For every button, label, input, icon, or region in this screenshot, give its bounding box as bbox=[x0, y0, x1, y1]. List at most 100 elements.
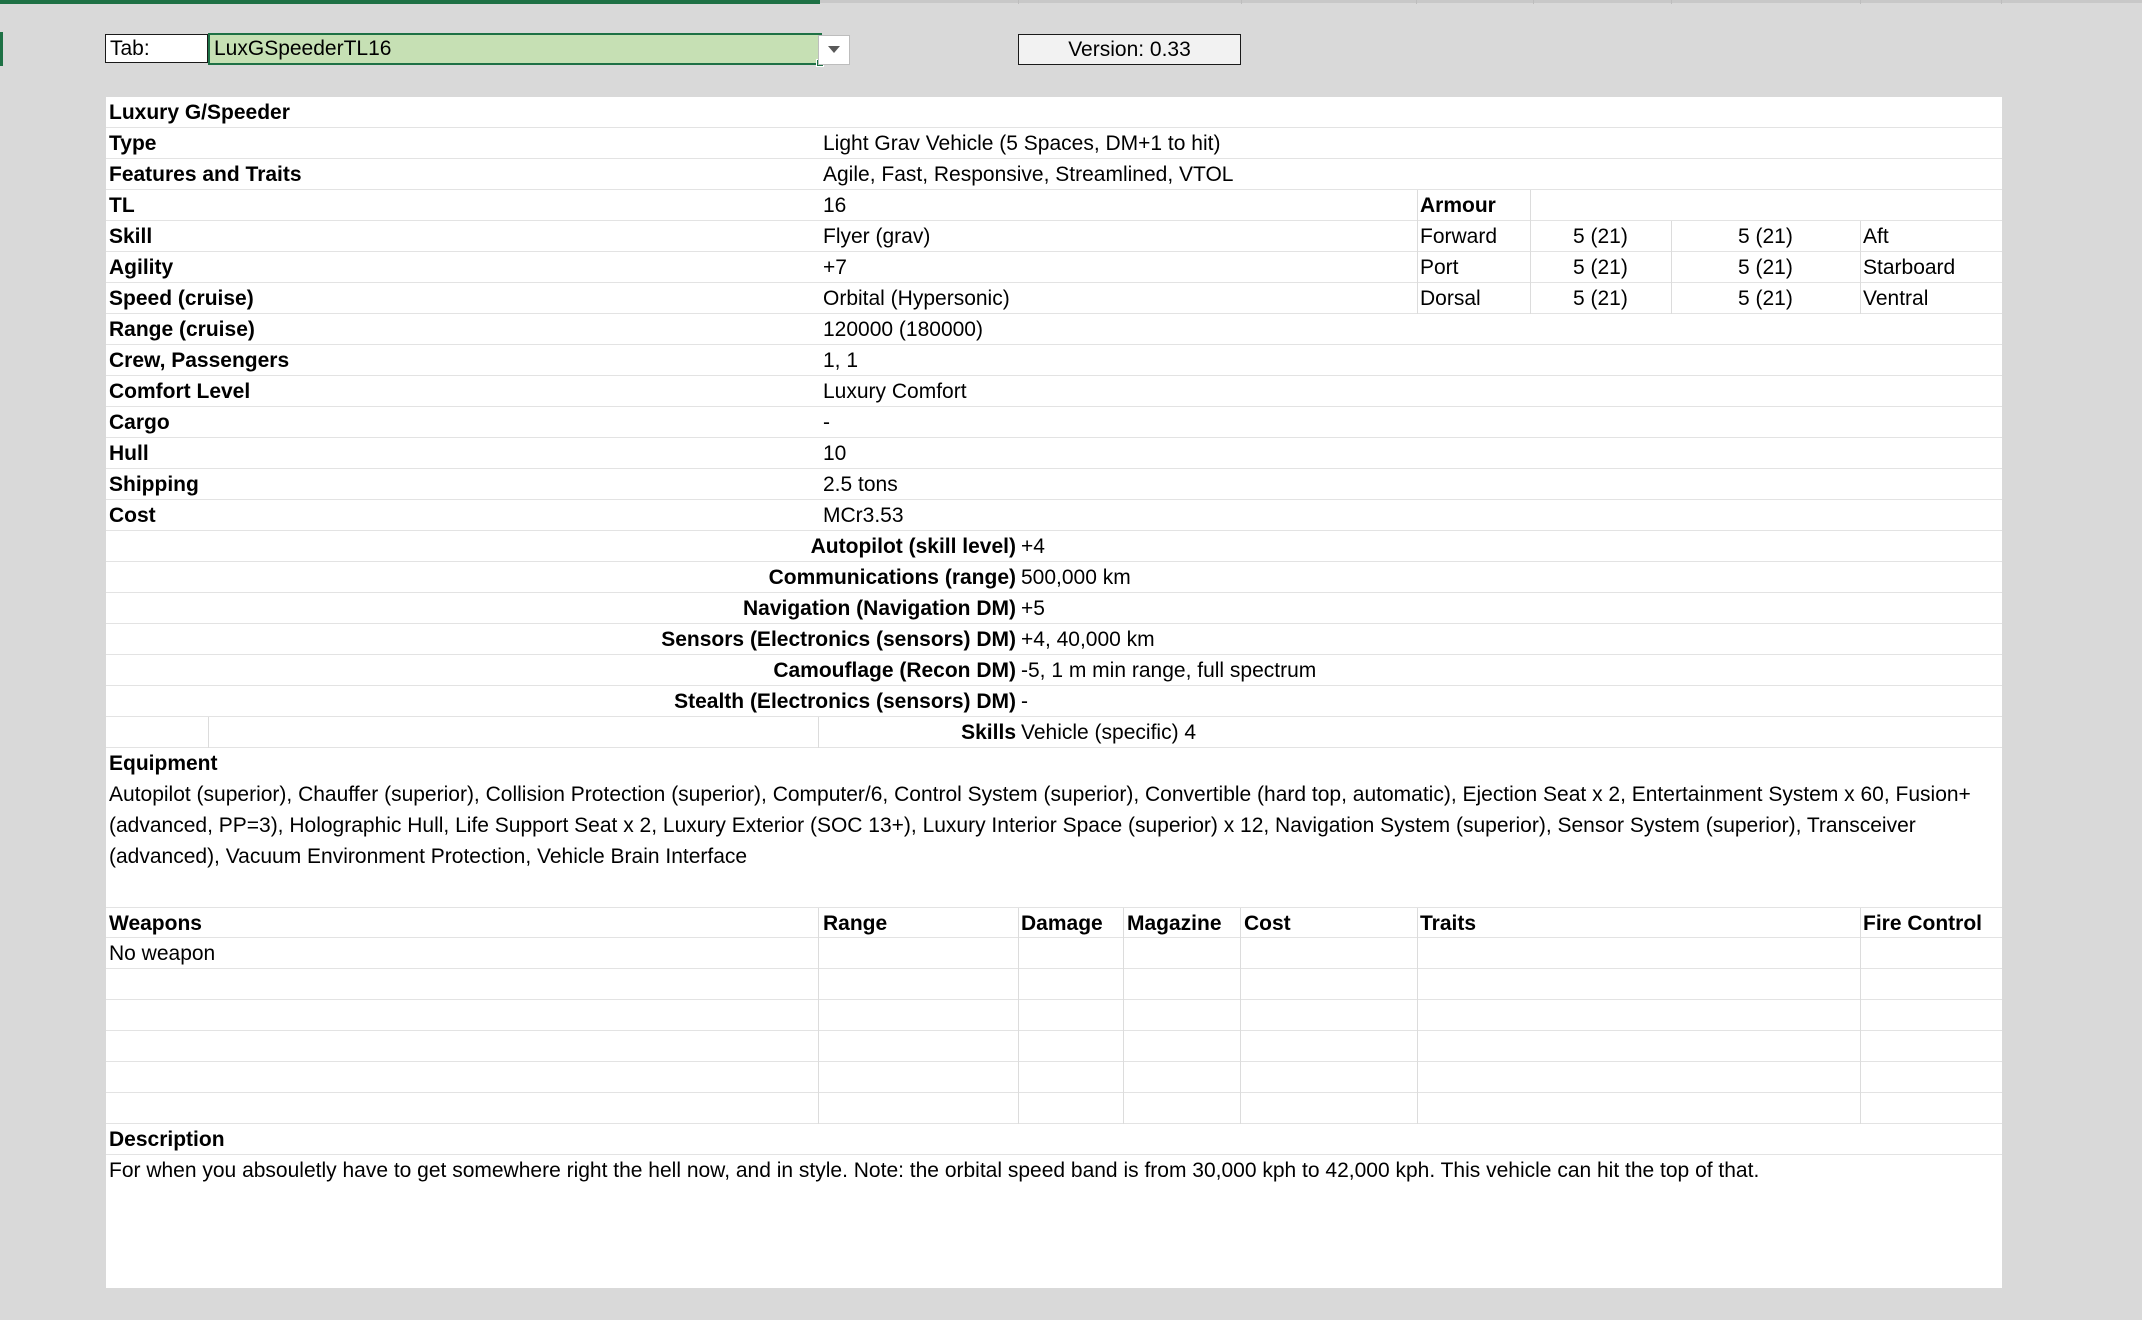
tab-label: Tab: bbox=[105, 34, 208, 63]
system-value[interactable]: - bbox=[1021, 686, 1028, 717]
weapon-row bbox=[106, 1093, 2002, 1124]
column-separator bbox=[1241, 0, 1242, 4]
cell-divider bbox=[1018, 1062, 1019, 1093]
system-row: Sensors (Electronics (sensors) DM) +4, 4… bbox=[106, 624, 2002, 655]
version-label: Version: 0.33 bbox=[1018, 34, 1241, 65]
system-label: Skills bbox=[961, 721, 1016, 744]
armour-value[interactable]: 5 (21) bbox=[1738, 283, 1793, 314]
cell-divider bbox=[818, 938, 819, 969]
stat-value[interactable]: 1, 1 bbox=[823, 345, 858, 376]
weapon-row bbox=[106, 1062, 2002, 1093]
system-label: Stealth (Electronics (sensors) DM) bbox=[674, 690, 1016, 713]
stat-value[interactable]: Luxury Comfort bbox=[823, 376, 967, 407]
column-separator bbox=[1018, 0, 1019, 4]
armour-title: Armour bbox=[1420, 194, 1496, 217]
cell-divider bbox=[1417, 938, 1418, 969]
stat-value[interactable]: 16 bbox=[823, 190, 846, 221]
cell-divider bbox=[818, 908, 819, 939]
equipment-text[interactable]: Autopilot (superior), Chauffer (superior… bbox=[109, 779, 1997, 872]
stat-value[interactable]: Agile, Fast, Responsive, Streamlined, VT… bbox=[823, 159, 1233, 190]
stat-row: Cargo - bbox=[106, 407, 2002, 438]
stat-row: Type Light Grav Vehicle (5 Spaces, DM+1 … bbox=[106, 128, 2002, 159]
stat-label: TL bbox=[109, 194, 135, 217]
vehicle-sheet: Luxury G/Speeder Type Light Grav Vehicle… bbox=[106, 97, 2002, 1288]
armour-facing-left: Dorsal bbox=[1420, 287, 1481, 310]
system-value[interactable]: Vehicle (specific) 4 bbox=[1021, 717, 1196, 748]
tab-select-cell[interactable]: LuxGSpeederTL16 bbox=[208, 33, 824, 67]
description-title: Description bbox=[109, 1128, 225, 1151]
weapons-header-row: Weapons Range Damage Magazine Cost Trait… bbox=[106, 907, 2002, 939]
stat-label: Comfort Level bbox=[109, 380, 251, 403]
armour-value[interactable]: 5 (21) bbox=[1738, 252, 1793, 283]
stat-value[interactable]: Light Grav Vehicle (5 Spaces, DM+1 to hi… bbox=[823, 128, 1220, 159]
armour-facing-right: Starboard bbox=[1863, 256, 1956, 279]
stat-row: Agility +7 Port 5 (21) 5 (21) Starboard bbox=[106, 252, 2002, 283]
cell-divider bbox=[1860, 221, 1861, 252]
stat-row: Cost MCr3.53 bbox=[106, 500, 2002, 531]
system-row: Autopilot (skill level) +4 bbox=[106, 531, 2002, 562]
system-value[interactable]: -5, 1 m min range, full spectrum bbox=[1021, 655, 1316, 686]
cell-divider bbox=[1671, 221, 1672, 252]
stat-value[interactable]: +7 bbox=[823, 252, 847, 283]
cell-divider bbox=[1417, 190, 1418, 221]
system-row: Camouflage (Recon DM) -5, 1 m min range,… bbox=[106, 655, 2002, 686]
stat-row: Speed (cruise) Orbital (Hypersonic) Dors… bbox=[106, 283, 2002, 314]
stat-label: Skill bbox=[109, 225, 153, 248]
cell-divider bbox=[1860, 1062, 1861, 1093]
armour-facing-left: Port bbox=[1420, 256, 1459, 279]
armour-value[interactable]: 5 (21) bbox=[1573, 252, 1628, 283]
stat-value[interactable]: MCr3.53 bbox=[823, 500, 904, 531]
column-header-strip bbox=[0, 0, 2142, 4]
cell-divider bbox=[1417, 1062, 1418, 1093]
cell-divider bbox=[1018, 1000, 1019, 1031]
range-header: Range bbox=[823, 912, 888, 935]
tab-dropdown-button[interactable] bbox=[818, 35, 850, 65]
stat-value[interactable]: - bbox=[823, 407, 830, 438]
stat-label: Hull bbox=[109, 442, 149, 465]
cell-divider bbox=[1530, 283, 1531, 314]
armour-facing-right: Ventral bbox=[1863, 287, 1929, 310]
armour-value[interactable]: 5 (21) bbox=[1573, 221, 1628, 252]
system-value[interactable]: 500,000 km bbox=[1021, 562, 1131, 593]
vehicle-title-row: Luxury G/Speeder bbox=[106, 97, 2002, 128]
system-value[interactable]: +4 bbox=[1021, 531, 1045, 562]
stat-row: Shipping 2.5 tons bbox=[106, 469, 2002, 500]
cell-divider bbox=[1123, 1000, 1124, 1031]
cell-divider bbox=[1018, 969, 1019, 1000]
stat-value[interactable]: Orbital (Hypersonic) bbox=[823, 283, 1010, 314]
cell-divider bbox=[1018, 1031, 1019, 1062]
magazine-header: Magazine bbox=[1127, 912, 1222, 935]
armour-value[interactable]: 5 (21) bbox=[1738, 221, 1793, 252]
cell-divider bbox=[1860, 283, 1861, 314]
stat-row: Skill Flyer (grav) Forward 5 (21) 5 (21)… bbox=[106, 221, 2002, 252]
stat-value[interactable]: 10 bbox=[823, 438, 846, 469]
stat-value[interactable]: 2.5 tons bbox=[823, 469, 898, 500]
fire-control-header: Fire Control bbox=[1863, 912, 1982, 935]
stat-label: Shipping bbox=[109, 473, 199, 496]
weapon-name[interactable]: No weapon bbox=[109, 938, 215, 969]
cell-divider bbox=[1417, 1000, 1418, 1031]
cell-divider bbox=[1123, 1031, 1124, 1062]
armour-value[interactable]: 5 (21) bbox=[1573, 283, 1628, 314]
description-text[interactable]: For when you absouletly have to get some… bbox=[109, 1155, 1997, 1186]
stat-value[interactable]: 120000 (180000) bbox=[823, 314, 983, 345]
cell-divider bbox=[1417, 283, 1418, 314]
cell-divider bbox=[1860, 969, 1861, 1000]
cell-divider bbox=[818, 1031, 819, 1062]
cell-divider bbox=[1860, 1093, 1861, 1124]
weapons-header: Weapons bbox=[109, 912, 202, 935]
stat-label: Type bbox=[109, 132, 157, 155]
system-label: Navigation (Navigation DM) bbox=[742, 597, 1016, 620]
cell-divider bbox=[818, 1062, 819, 1093]
stat-value[interactable]: Flyer (grav) bbox=[823, 221, 930, 252]
stat-row: Crew, Passengers 1, 1 bbox=[106, 345, 2002, 376]
description-title-row: Description bbox=[106, 1124, 2002, 1155]
system-value[interactable]: +5 bbox=[1021, 593, 1045, 624]
column-separator bbox=[1533, 0, 1534, 4]
cell-divider bbox=[1671, 252, 1672, 283]
cell-divider bbox=[1417, 969, 1418, 1000]
system-value[interactable]: +4, 40,000 km bbox=[1021, 624, 1155, 655]
cell-divider bbox=[1240, 1093, 1241, 1124]
stat-label: Crew, Passengers bbox=[109, 349, 290, 372]
stat-label: Range (cruise) bbox=[109, 318, 255, 341]
